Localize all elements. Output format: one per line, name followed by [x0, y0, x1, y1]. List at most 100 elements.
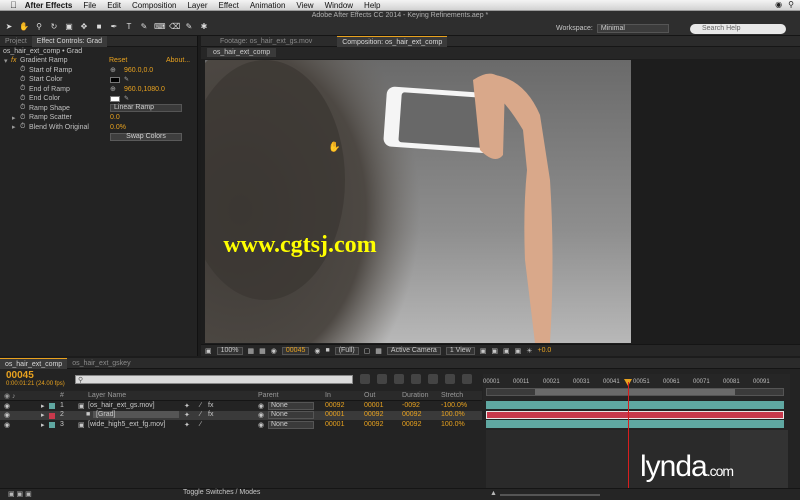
exposure-value[interactable]: +0.0: [537, 347, 551, 354]
switch-icon[interactable]: ✦: [184, 421, 190, 429]
pickwhip-icon[interactable]: ◉: [258, 402, 264, 410]
search-help-input[interactable]: Search Help: [690, 24, 786, 34]
out-value[interactable]: 00092: [364, 411, 383, 418]
zoom-slider[interactable]: [500, 494, 600, 496]
ramp-shape-dropdown[interactable]: Linear Ramp: [110, 104, 182, 113]
layer-row[interactable]: ◉ ▸ 1 ▣ [os_hair_ext_gs.mov] ✦ ∕ fx ◉ No…: [0, 401, 482, 411]
zoom-out-icon[interactable]: ▲: [490, 490, 497, 497]
stretch-value[interactable]: -100.0%: [441, 402, 467, 409]
wifi-icon[interactable]: ◉: [775, 0, 782, 9]
stopwatch-icon[interactable]: ⏱: [20, 85, 25, 93]
eraser-tool-icon[interactable]: ⌫: [169, 22, 180, 32]
toggle-switches-modes-button[interactable]: Toggle Switches / Modes: [183, 489, 260, 496]
view-layout-dropdown[interactable]: 1 View: [445, 346, 475, 355]
stretch-value[interactable]: 100.0%: [441, 421, 465, 428]
out-value[interactable]: 00092: [364, 421, 383, 428]
resolution-dropdown[interactable]: (Full): [334, 346, 359, 355]
apple-icon[interactable]: : [10, 0, 17, 10]
swap-colors-button[interactable]: Swap Colors: [110, 132, 182, 141]
layer-name[interactable]: [Grad]: [93, 411, 179, 418]
menu-composition[interactable]: Composition: [132, 1, 176, 10]
prop-value[interactable]: 960.0,0.0: [124, 67, 153, 74]
timeline-icon[interactable]: ▣: [503, 347, 510, 355]
layer-row[interactable]: ◉ ▸ 3 ▣ [wide_high5_ext_fg.mov] ✦ ∕ ◉ No…: [0, 420, 482, 430]
visibility-icon[interactable]: ◉: [4, 421, 10, 429]
zoom-tool-icon[interactable]: ⚲: [34, 22, 44, 32]
transparency-grid-icon[interactable]: ▦: [375, 347, 382, 355]
stopwatch-icon[interactable]: ⏱: [20, 76, 25, 84]
crosshair-icon[interactable]: ⊕: [110, 66, 116, 74]
label-color-icon[interactable]: [49, 403, 55, 409]
stretch-value[interactable]: 100.0%: [441, 411, 465, 418]
eyedropper-icon[interactable]: ✎: [124, 76, 129, 83]
pickwhip-icon[interactable]: ◉: [258, 421, 264, 429]
layer-row[interactable]: ◉ ▸ 2 ■ [Grad] ✦ ∕ fx ◉ None 00001 00092…: [0, 410, 482, 420]
menu-layer[interactable]: Layer: [187, 1, 207, 10]
effect-gradient-ramp-row[interactable]: ▾ fx Gradient Ramp Reset About...: [0, 56, 197, 66]
about-link[interactable]: About...: [166, 57, 190, 64]
current-time[interactable]: 00045: [6, 370, 34, 381]
comp-flowchart-icon[interactable]: [360, 374, 370, 384]
fx-switch-icon[interactable]: fx: [208, 411, 213, 418]
draft-3d-icon[interactable]: [377, 374, 387, 384]
zoom-dropdown[interactable]: 100%: [216, 346, 243, 355]
prop-value[interactable]: 960.0,1080.0: [124, 86, 165, 93]
color-swatch[interactable]: [110, 76, 120, 83]
tab-effect-controls[interactable]: Effect Controls: Grad: [31, 35, 108, 47]
layer-duration-bar[interactable]: [486, 420, 784, 428]
camera-dropdown[interactable]: Active Camera: [386, 346, 441, 355]
composition-viewer[interactable]: ✦ ✋: [205, 60, 631, 343]
switches-icon[interactable]: ▣ ▣ ▣: [8, 490, 32, 498]
switch-icon[interactable]: ∕: [200, 402, 201, 409]
fx-switch-icon[interactable]: fx: [208, 402, 213, 409]
visibility-icon[interactable]: ◉: [4, 402, 10, 410]
menu-view[interactable]: View: [296, 1, 313, 10]
prop-value[interactable]: 0.0%: [110, 124, 126, 131]
tab-composition[interactable]: Composition: os_hair_ext_comp: [337, 35, 448, 47]
stopwatch-icon[interactable]: ⏱: [20, 95, 25, 103]
menu-app[interactable]: After Effects: [25, 1, 73, 10]
puppet-tool-icon[interactable]: ✱: [199, 22, 209, 32]
comp-breadcrumb[interactable]: os_hair_ext_comp: [207, 48, 277, 57]
menu-window[interactable]: Window: [325, 1, 353, 10]
frame-blending-icon[interactable]: [411, 374, 421, 384]
reset-link[interactable]: Reset: [109, 57, 127, 64]
pen-tool-icon[interactable]: ✒: [109, 22, 119, 32]
timecode-field[interactable]: 00045: [281, 346, 310, 355]
label-color-icon[interactable]: [49, 412, 55, 419]
shy-layers-icon[interactable]: [394, 374, 404, 384]
expand-triangle-icon[interactable]: ▸: [12, 123, 16, 131]
stopwatch-icon[interactable]: ⏱: [20, 114, 25, 122]
rotate-tool-icon[interactable]: ↻: [49, 22, 59, 32]
expand-triangle-icon[interactable]: ▾: [4, 57, 8, 65]
expand-triangle-icon[interactable]: ▸: [41, 402, 45, 410]
pan-behind-tool-icon[interactable]: ✥: [79, 22, 89, 32]
brainstorm-icon[interactable]: [462, 374, 472, 384]
layer-duration-bar[interactable]: [486, 410, 784, 419]
snapshot-icon[interactable]: ◉: [271, 347, 277, 355]
type-tool-icon[interactable]: T: [124, 22, 134, 32]
in-value[interactable]: 00092: [325, 402, 344, 409]
label-color-icon[interactable]: [49, 422, 55, 428]
switch-icon[interactable]: ✦: [184, 402, 190, 410]
stopwatch-icon[interactable]: ⏱: [20, 66, 25, 74]
tab-timeline-comp[interactable]: os_hair_ext_comp: [0, 358, 68, 369]
duration-value[interactable]: 00092: [402, 411, 421, 418]
work-area-range[interactable]: [535, 389, 735, 395]
parent-dropdown[interactable]: None: [268, 411, 314, 419]
fit-icon[interactable]: ▦: [248, 347, 255, 355]
workspace-dropdown[interactable]: Minimal: [596, 24, 669, 33]
graph-editor-icon[interactable]: [445, 374, 455, 384]
fx-icon[interactable]: fx: [11, 57, 16, 64]
grid-icon[interactable]: ▦: [259, 347, 266, 355]
work-area-bar[interactable]: [486, 388, 784, 396]
tab-project[interactable]: Project: [0, 36, 32, 47]
region-of-interest-icon[interactable]: ▢: [364, 347, 371, 355]
visibility-icon[interactable]: ◉: [4, 411, 10, 419]
camera-tool-icon[interactable]: ▣: [64, 22, 74, 32]
selection-tool-icon[interactable]: ➤: [4, 22, 14, 32]
clone-stamp-tool-icon[interactable]: ⌨: [154, 22, 166, 32]
menu-help[interactable]: Help: [364, 1, 380, 10]
in-value[interactable]: 00001: [325, 421, 344, 428]
layer-name[interactable]: [wide_high5_ext_fg.mov]: [88, 421, 165, 428]
